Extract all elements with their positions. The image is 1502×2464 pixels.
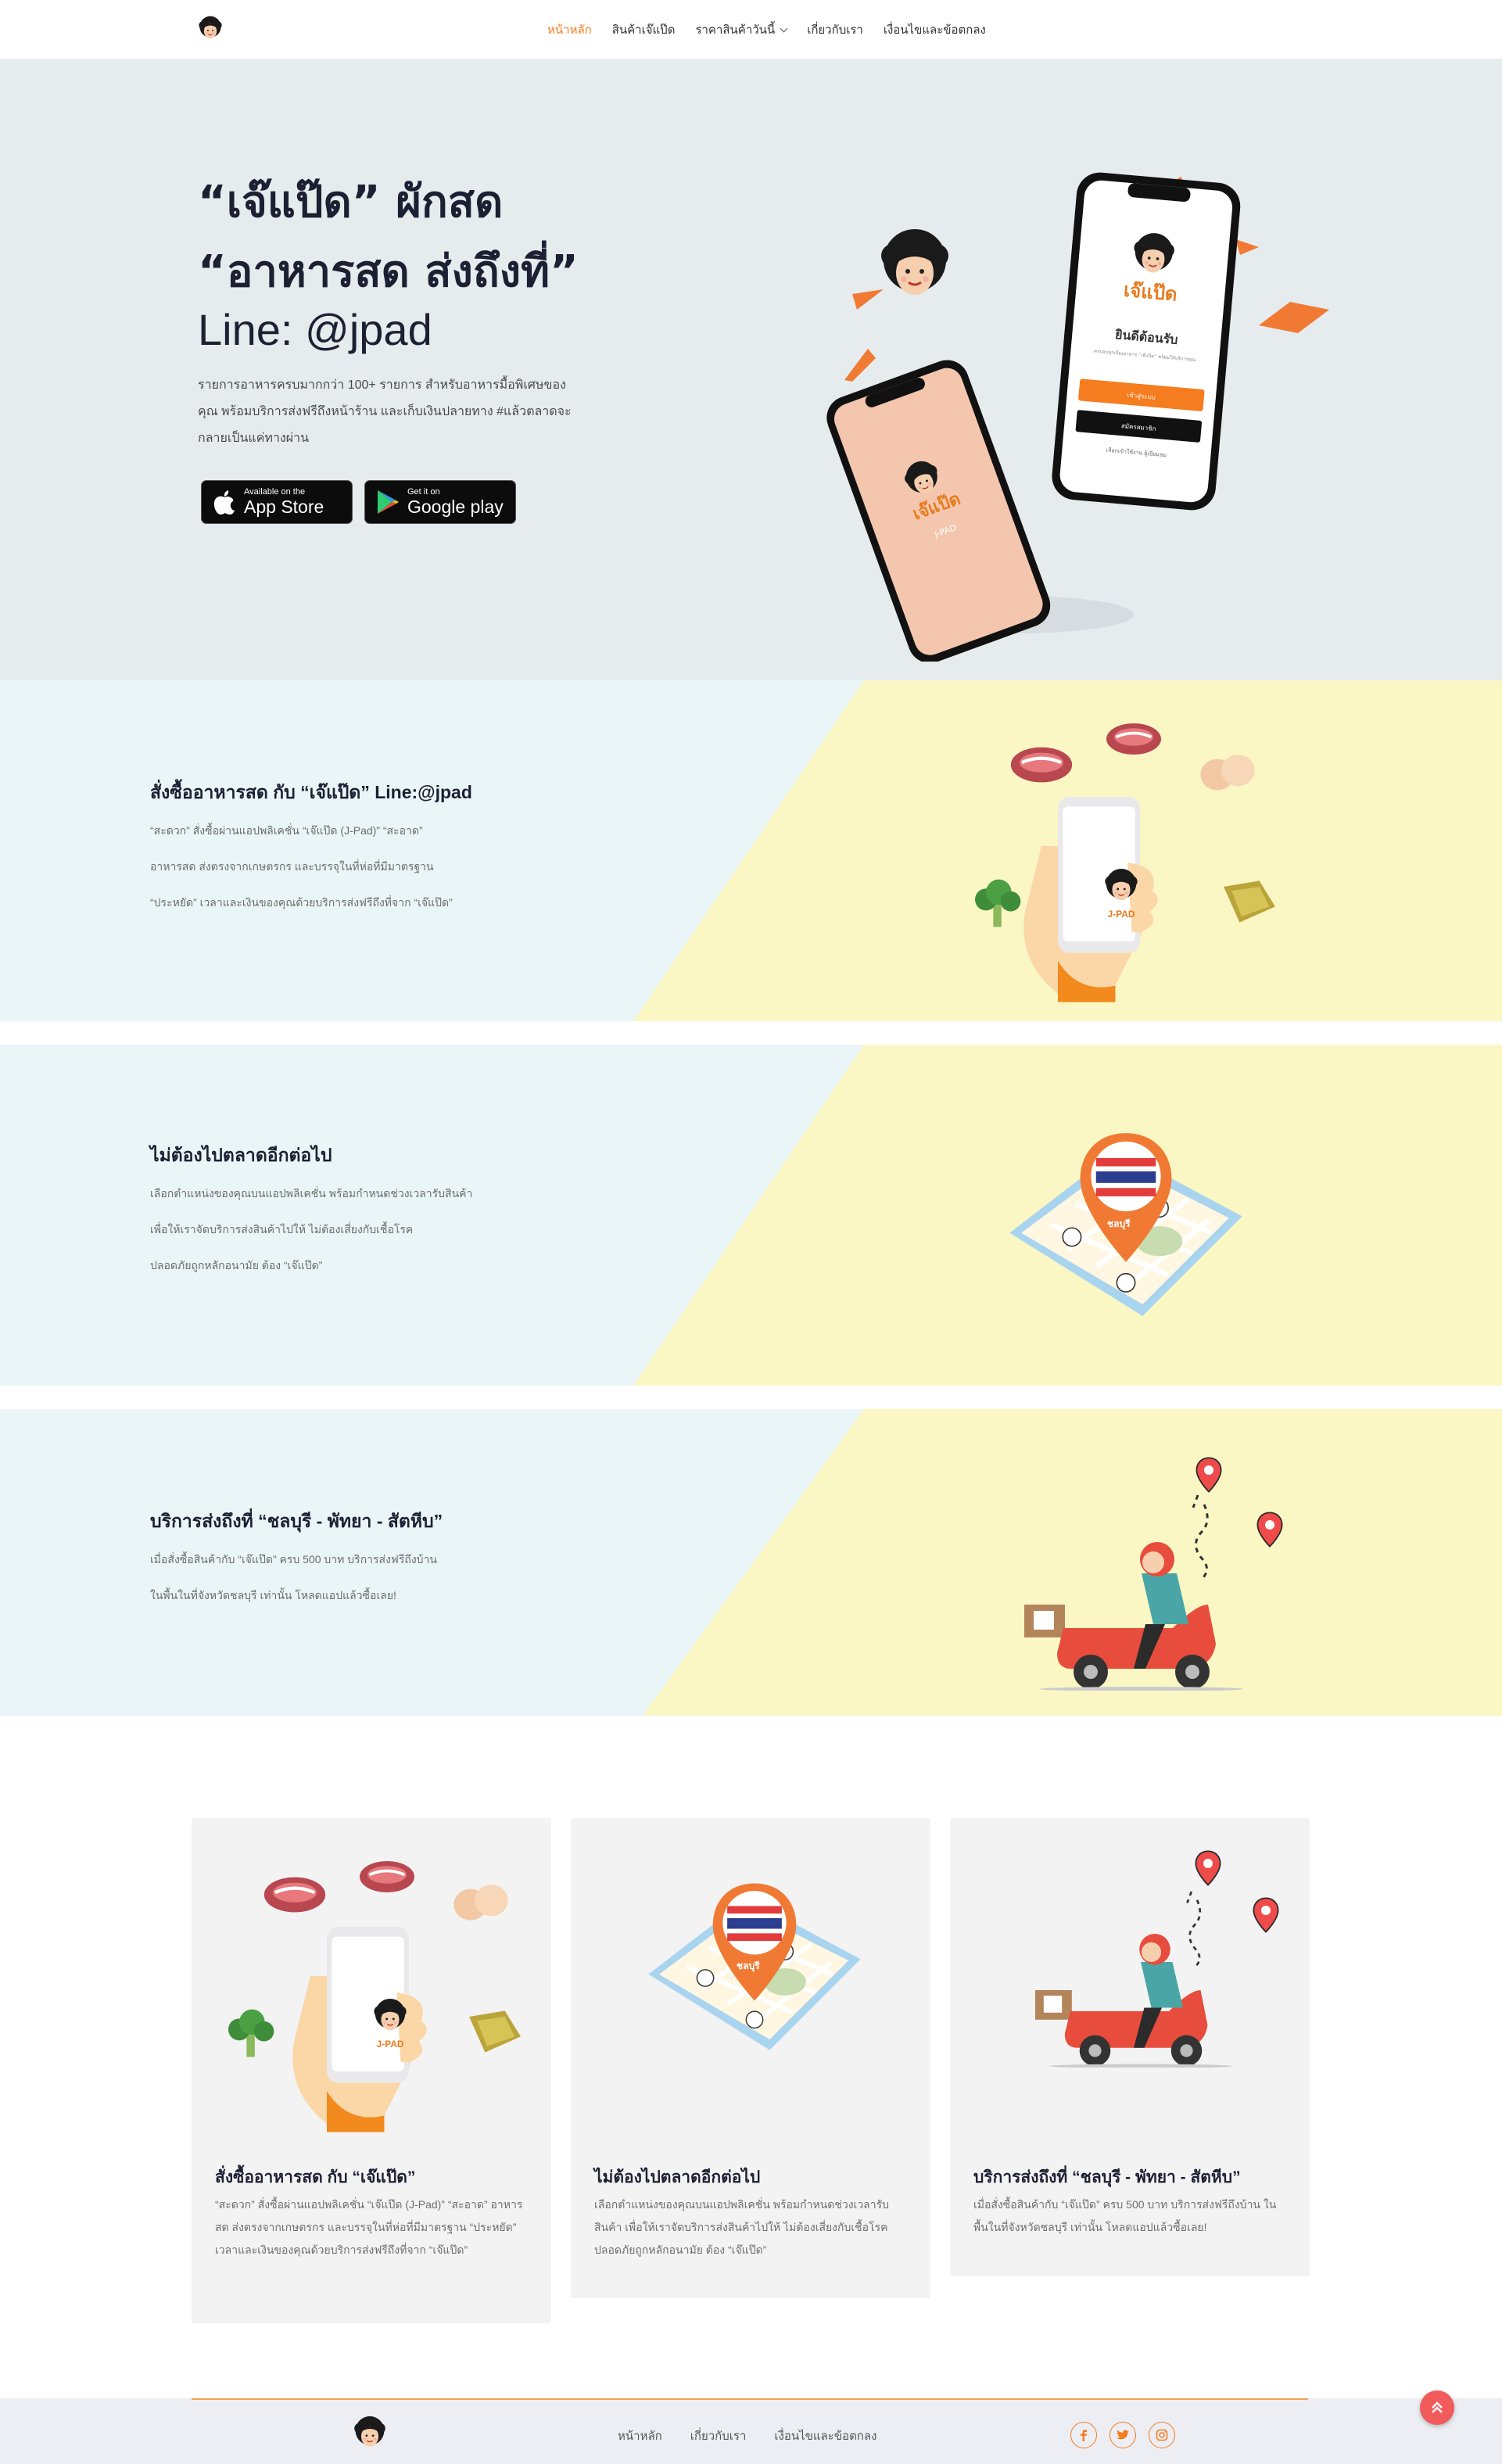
band-title: บริการส่งถึงที่ “ชลบุรี - พัทยา - สัตหีบ… <box>150 1511 443 1531</box>
app-store-small-text: Available on the <box>244 487 306 497</box>
feature-band-no-market: ไม่ต้องไปตลาดอีกต่อไป เลือกตำแหน่งของคุณ… <box>0 1045 1502 1386</box>
hand-phone-icon <box>278 1912 442 2139</box>
band-title: สั่งซื้ออาหารสด กับ “เจ๊แป๊ด” Line:@jpad <box>150 782 472 802</box>
phone-jpad-label: J-PAD <box>376 2039 404 2050</box>
feature-card-order: J-PAD สั่งซื้ออาหารสด กับ “เจ๊แป๊ด” “สะด… <box>192 1818 551 2323</box>
band-line: ในพื้นในที่จังหวัดชลบุรี เท่านั้น โหลดแอ… <box>150 1589 396 1601</box>
footer-menu: หน้าหลัก เกี่ยวกับเรา เงื่อนไขและข้อตกลง <box>618 2426 876 2445</box>
footer-link-terms[interactable]: เงื่อนไขและข้อตกลง <box>774 2426 876 2445</box>
jpad-face-icon <box>371 1998 409 2035</box>
card-title: สั่งซื้ออาหารสด กับ “เจ๊แป๊ด” <box>215 2168 416 2186</box>
footer: หน้าหลัก เกี่ยวกับเรา เงื่อนไขและข้อตกลง <box>0 2398 1502 2464</box>
card-title: ไม่ต้องไปตลาดอีกต่อไป <box>594 2168 761 2186</box>
hero-title-line1: “เจ๊แป๊ด” ผักสด <box>198 177 504 228</box>
scooter-icon <box>1016 1487 1251 1691</box>
location-pin-icon <box>1256 1511 1284 1548</box>
chevron-up-icon <box>1432 2401 1443 2413</box>
app-store-button[interactable]: Available on the App Store <box>201 480 353 524</box>
hero-title-line2: “อาหารสด ส่งถึงที่” <box>198 246 579 297</box>
steak-icon <box>1095 719 1173 759</box>
delivery-illustration <box>1028 1849 1278 2084</box>
location-pin-icon <box>1195 1456 1223 1494</box>
phone-jpad-label: J-PAD <box>1107 909 1135 920</box>
google-play-small-text: Get it on <box>407 487 440 497</box>
svg-text:เจ๊แป๊ด: เจ๊แป๊ด <box>1123 279 1178 306</box>
facebook-icon[interactable] <box>1070 2422 1097 2448</box>
hero-phones-illustration: เจ๊แป๊ด J-PAD เจ๊แป๊ด ยินดีต้อนรับ ครบจบ… <box>826 172 1329 662</box>
top-navbar: หน้าหลัก สินค้าเจ๊แป๊ด ราคาสินค้าวันนี้ … <box>0 0 1502 59</box>
instagram-icon[interactable] <box>1149 2422 1175 2448</box>
band-title: ไม่ต้องไปตลาดอีกต่อไป <box>150 1145 332 1165</box>
main-menu: หน้าหลัก สินค้าเจ๊แป๊ด ราคาสินค้าวันนี้ … <box>547 20 986 39</box>
footer-divider <box>192 2398 1308 2400</box>
map-province-label: ชลบุรี <box>737 1960 760 1971</box>
scroll-to-top-button[interactable] <box>1420 2390 1454 2425</box>
vegetable-icon <box>1220 876 1279 927</box>
meat-icon <box>262 1873 328 1917</box>
band-line: ปลอดภัยถูกหลักอนามัย ต้อง “เจ๊แป๊ด” <box>150 1259 323 1271</box>
feature-card-no-market: ชลบุรี ไม่ต้องไปตลาดอีกต่อไป เลือกตำแหน่… <box>571 1818 930 2298</box>
band-line: เลือกตำแหน่งของคุณบนแอปพลิเคชั่น พร้อมกำ… <box>150 1187 473 1200</box>
app-store-big-text: App Store <box>244 497 324 517</box>
google-play-big-text: Google play <box>407 497 504 517</box>
map-illustration: ชลบุรี <box>993 1115 1274 1350</box>
footer-link-home[interactable]: หน้าหลัก <box>618 2426 662 2445</box>
band-line: เมื่อสั่งซื้อสินค้ากับ “เจ๊แป๊ด” ครบ 500… <box>150 1553 437 1566</box>
apple-icon <box>213 490 235 515</box>
band-line: เพื่อให้เราจัดบริการส่งสินค้าไปให้ ไม่ต้… <box>150 1223 414 1236</box>
feature-card-delivery: บริการส่งถึงที่ “ชลบุรี - พัทยา - สัตหีบ… <box>950 1818 1310 2276</box>
hero-title-line3: Line: @jpad <box>198 305 432 354</box>
card-title: บริการส่งถึงที่ “ชลบุรี - พัทยา - สัตหีบ… <box>973 2168 1241 2186</box>
vegetable-icon <box>465 2006 525 2057</box>
jpad-face-icon <box>1102 868 1140 906</box>
hero-description: รายการอาหารครบมากกว่า 100+ รายการ สำหรับ… <box>198 378 572 445</box>
nav-item-prices-today[interactable]: ราคาสินค้าวันนี้ <box>695 20 788 39</box>
broccoli-icon <box>223 2006 278 2061</box>
map-illustration: ชลบุรี <box>633 1865 884 2084</box>
eggs-icon <box>1196 751 1259 794</box>
google-play-icon <box>378 490 399 514</box>
location-pin-icon <box>1194 1849 1222 1887</box>
nav-item-prices-label: ราคาสินค้าวันนี้ <box>695 23 776 37</box>
chevron-down-icon <box>780 24 788 33</box>
band-line: “ประหยัด” เวลาและเงินของคุณด้วยบริการส่ง… <box>150 896 453 909</box>
eggs-icon <box>450 1881 512 1924</box>
delivery-illustration <box>1016 1456 1298 1691</box>
band-line: “สะดวก” สั่งซื้อผ่านแอปพลิเคชั่น “เจ๊แป๊… <box>150 824 423 837</box>
meat-icon <box>1009 743 1074 787</box>
card-text: เลือกตำแหน่งของคุณบนแอปพลิเคชั่น พร้อมกำ… <box>594 2198 890 2256</box>
feature-band-order: สั่งซื้ออาหารสด กับ “เจ๊แป๊ด” Line:@jpad… <box>0 680 1502 1021</box>
feature-band-delivery: บริการส่งถึงที่ “ชลบุรี - พัทยา - สัตหีบ… <box>0 1409 1502 1750</box>
hand-phone-icon <box>1009 782 1173 1009</box>
order-illustration: J-PAD <box>962 719 1290 1017</box>
broccoli-icon <box>970 876 1024 931</box>
nav-item-terms[interactable]: เงื่อนไขและข้อตกลง <box>884 20 986 39</box>
google-play-button[interactable]: Get it on Google play <box>364 480 516 524</box>
steak-icon <box>348 1857 426 1896</box>
card-text: “สะดวก” สั่งซื้อผ่านแอปพลิเคชั่น “เจ๊แป๊… <box>215 2198 523 2256</box>
location-pin-icon <box>1252 1896 1280 1934</box>
hero-section: “เจ๊แป๊ด” ผักสด “อาหารสด ส่งถึงที่” Line… <box>0 59 1502 680</box>
brand-logo[interactable] <box>197 16 224 42</box>
footer-link-about[interactable]: เกี่ยวกับเรา <box>690 2426 747 2445</box>
footer-brand-logo[interactable] <box>352 2416 388 2451</box>
nav-item-about[interactable]: เกี่ยวกับเรา <box>807 20 863 39</box>
card-text: เมื่อสั่งซื้อสินค้ากับ “เจ๊แป๊ด” ครบ 500… <box>973 2198 1277 2233</box>
nav-item-products[interactable]: สินค้าเจ๊แป๊ด <box>612 20 676 39</box>
band-background <box>0 1045 1502 1386</box>
band-line: อาหารสด ส่งตรงจากเกษตรกร และบรรจุในที่ห่… <box>150 860 434 873</box>
scooter-icon <box>1028 1884 1239 2068</box>
map-province-label: ชลบุรี <box>1107 1218 1131 1229</box>
nav-item-home[interactable]: หน้าหลัก <box>547 20 592 39</box>
order-illustration: J-PAD <box>231 1857 528 2139</box>
twitter-icon[interactable] <box>1109 2422 1136 2448</box>
